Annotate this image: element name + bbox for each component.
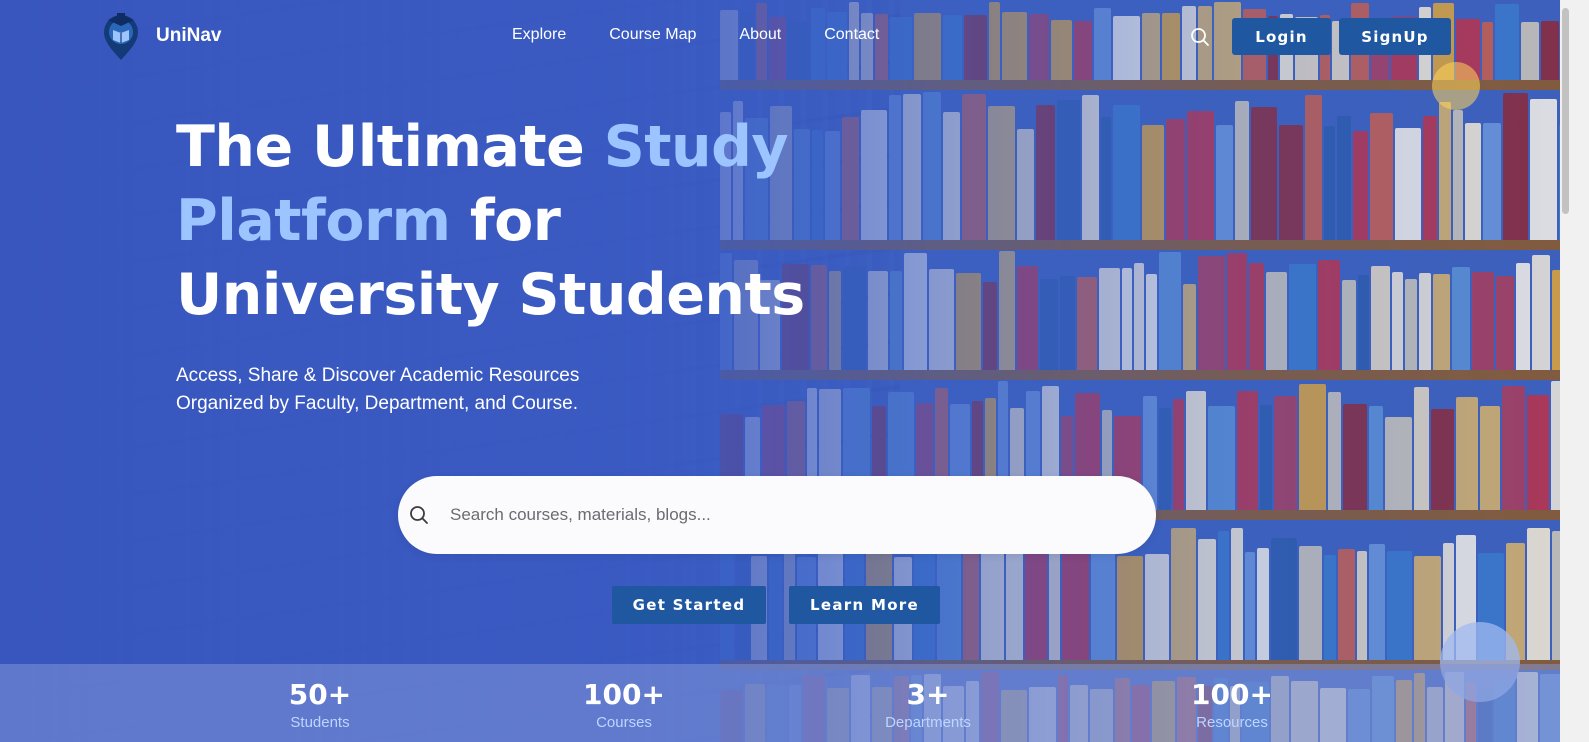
stat-value: 3+ (906, 678, 950, 711)
nav-link-course-map[interactable]: Course Map (609, 26, 696, 44)
stat-label: Departments (885, 714, 971, 731)
learn-more-button[interactable]: Learn More (789, 586, 940, 624)
stat-label: Resources (1196, 714, 1268, 731)
nav-link-explore[interactable]: Explore (512, 26, 566, 44)
brand-name: UniNav (156, 25, 222, 46)
nav-link-contact[interactable]: Contact (824, 26, 879, 44)
stat-students: 50+ Students (220, 678, 420, 734)
stat-label: Courses (596, 714, 652, 731)
search-icon[interactable] (1189, 26, 1211, 48)
stat-value: 100+ (583, 678, 665, 711)
stats-bar: 50+ Students 100+ Courses 3+ Departments… (0, 664, 1560, 742)
scrollbar-thumb[interactable] (1562, 8, 1569, 214)
search-input[interactable] (448, 494, 1126, 536)
stat-label: Students (290, 714, 350, 731)
login-button[interactable]: Login (1232, 18, 1331, 55)
search-bar[interactable] (398, 476, 1156, 554)
stat-resources: 100+ Resources (1132, 678, 1332, 734)
get-started-button[interactable]: Get Started (612, 586, 766, 624)
nav-link-about[interactable]: About (739, 26, 781, 44)
graduation-cap-book-icon (104, 13, 138, 60)
brand-logo[interactable]: UniNav (100, 10, 221, 62)
navbar: UniNav Explore Course Map About Contact … (0, 0, 1589, 72)
stat-courses: 100+ Courses (524, 678, 724, 734)
signup-button[interactable]: SignUp (1339, 18, 1451, 55)
search-icon (410, 506, 428, 524)
hero-title-part1: The Ultimate (176, 114, 604, 180)
hero-title: The Ultimate Study Platform for Universi… (176, 110, 816, 332)
stat-value: 50+ (288, 678, 352, 711)
stat-departments: 3+ Departments (828, 678, 1028, 734)
stat-value: 100+ (1191, 678, 1273, 711)
hero-subtitle: Access, Share & Discover Academic Resour… (176, 365, 580, 414)
nav-links: Explore Course Map About Contact (512, 26, 922, 44)
